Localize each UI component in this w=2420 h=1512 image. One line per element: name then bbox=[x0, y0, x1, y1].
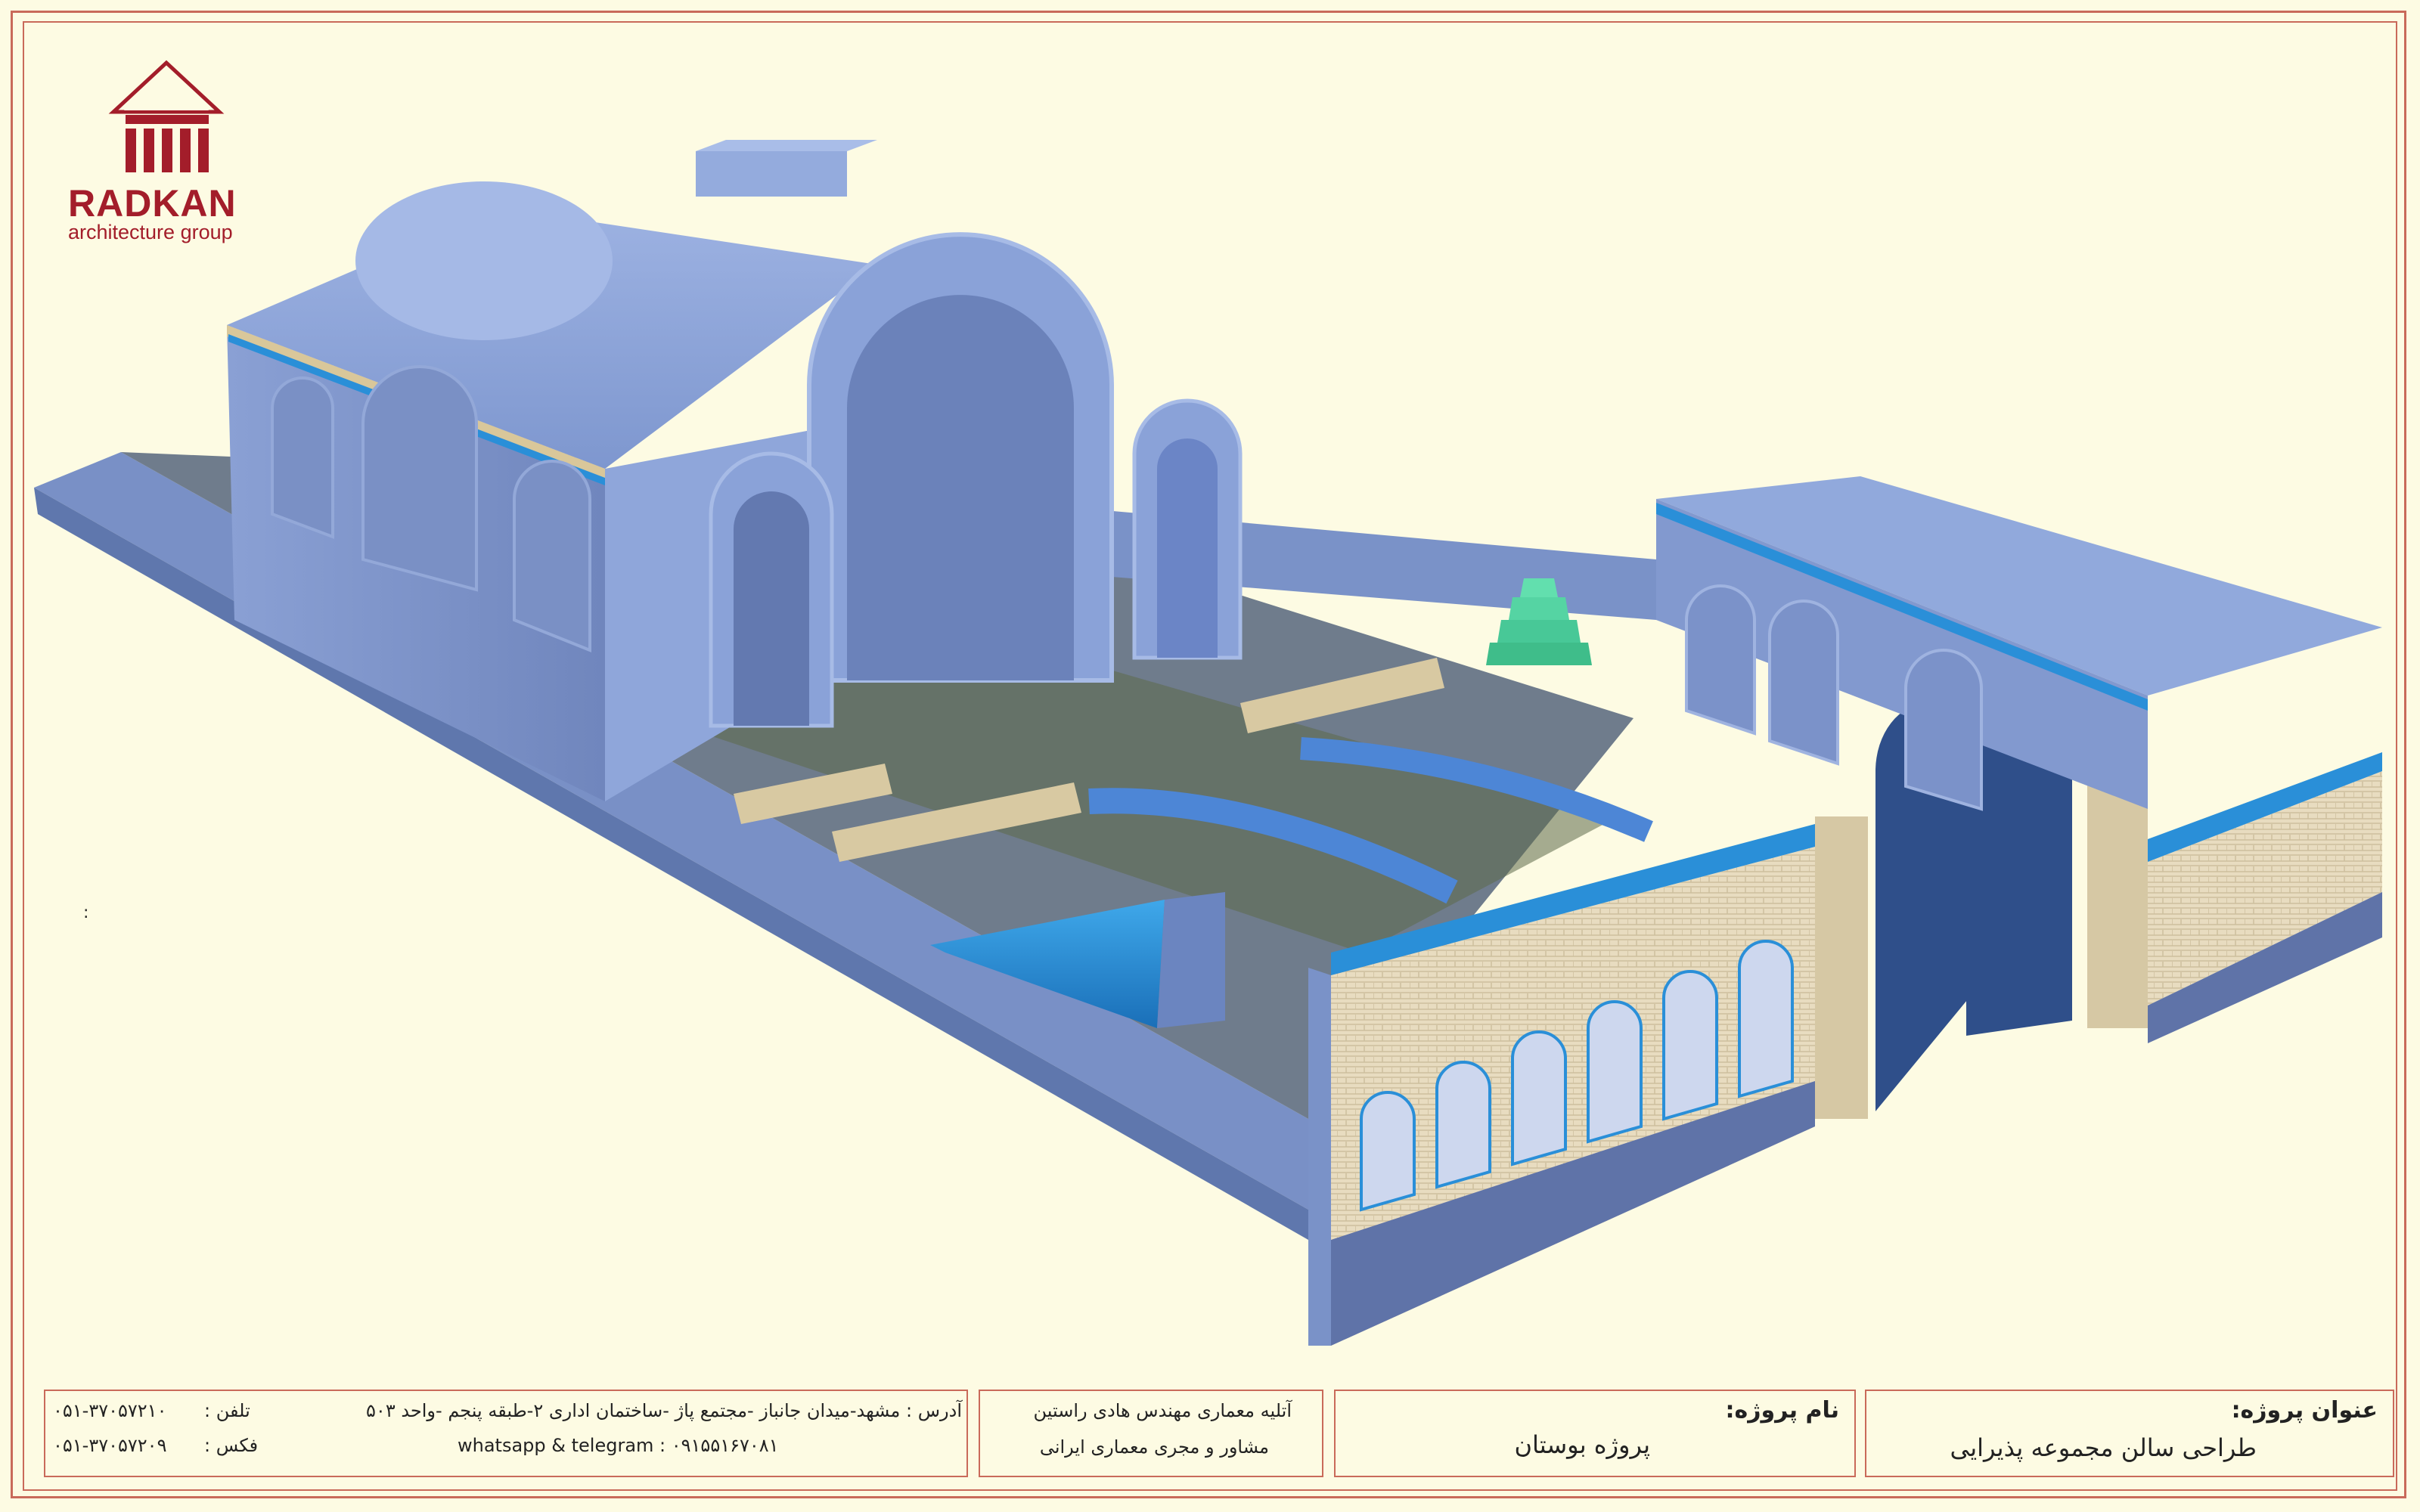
address-text: آدرس : مشهد-میدان جانباز -مجتمع پاژ -ساخ… bbox=[366, 1400, 962, 1421]
phone-label: تلفن : bbox=[204, 1400, 250, 1421]
studio-subtitle: مشاور و مجری معماری ایرانی bbox=[1039, 1436, 1269, 1458]
studio-name: آتلیه معماری مهندس هادی راستین bbox=[1033, 1400, 1292, 1421]
project-name-box: نام پروژه: پروژه بوستان bbox=[1334, 1390, 1856, 1477]
contact-box: آدرس : مشهد-میدان جانباز -مجتمع پاژ -ساخ… bbox=[44, 1390, 968, 1477]
fax-label: فکس : bbox=[204, 1435, 259, 1456]
phone-value: ۰۵۱-۳۷۰۵۷۲۱۰ bbox=[53, 1400, 167, 1421]
project-title-value: طراحی سالن مجموعه پذیرایی bbox=[1950, 1433, 2257, 1462]
project-title-box: عنوان پروژه: طراحی سالن مجموعه پذیرایی bbox=[1865, 1390, 2394, 1477]
fax-value: ۰۵۱-۳۷۰۵۷۲۰۹ bbox=[53, 1435, 167, 1456]
project-name-label: نام پروژه: bbox=[1725, 1397, 1839, 1424]
building-render bbox=[34, 140, 2382, 1346]
project-title-label: عنوان پروژه: bbox=[2231, 1397, 2378, 1424]
project-name-value: پروژه بوستان bbox=[1514, 1430, 1650, 1459]
social-contact: whatsapp & telegram : ۰۹۱۵۵۱۶۷۰۸۱ bbox=[458, 1435, 779, 1456]
studio-box: آتلیه معماری مهندس هادی راستین مشاور و م… bbox=[979, 1390, 1323, 1477]
